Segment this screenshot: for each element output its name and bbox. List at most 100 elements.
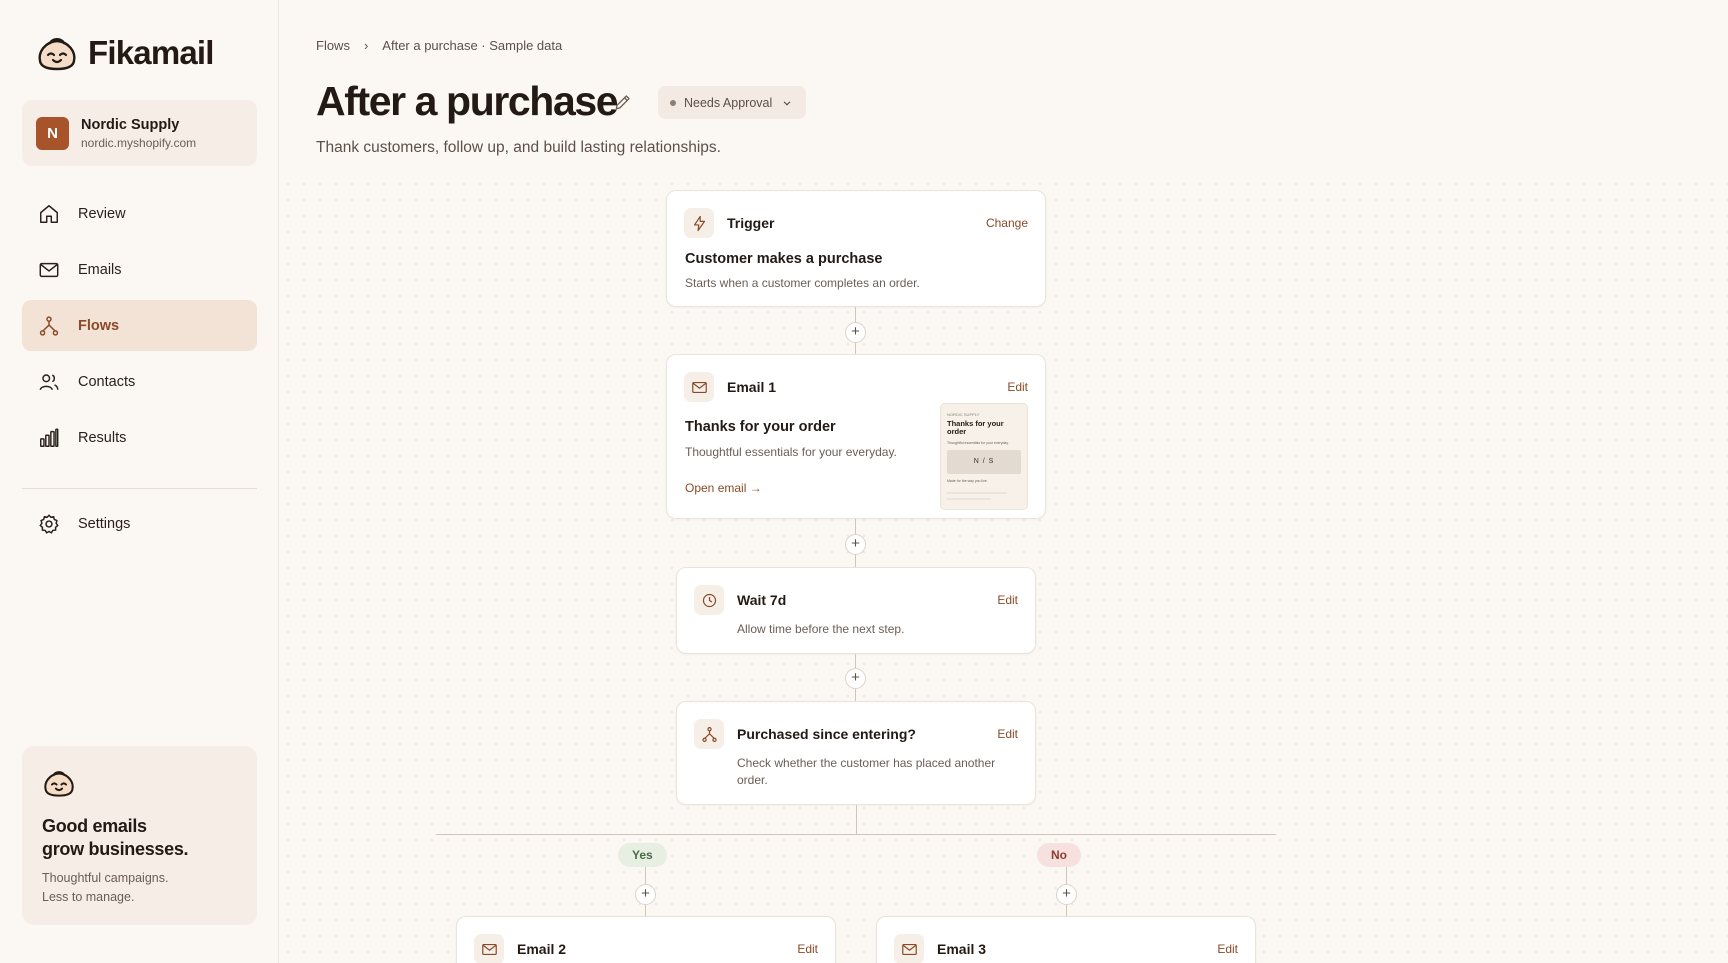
bun-logo-icon (44, 771, 74, 797)
add-step-button[interactable]: + (1056, 884, 1077, 905)
bar-chart-icon (40, 428, 59, 447)
condition-desc: Check whether the customer has placed an… (737, 755, 995, 789)
email2-title: Email 2 (517, 941, 567, 957)
split-icon (701, 726, 717, 742)
add-step-button[interactable]: + (845, 322, 866, 343)
email2-edit-button[interactable]: Edit (797, 942, 818, 956)
sidebar-item-label: Settings (78, 515, 131, 532)
store-name: Nordic Supply (81, 116, 180, 133)
promo-text-line: Thoughtful campaigns. (42, 871, 169, 885)
store-url: nordic.myshopify.com (81, 135, 197, 150)
bun-logo-icon (38, 38, 76, 71)
mail-icon (901, 943, 917, 955)
breadcrumb-flows-link[interactable]: Flows (316, 38, 350, 53)
home-icon (40, 204, 58, 223)
chevron-down-icon (783, 100, 791, 106)
sidebar-nav: Review Emails Flows Contacts Results (22, 188, 257, 468)
email1-card[interactable]: Email 1 Edit Thanks for your order Thoug… (666, 354, 1046, 519)
email-preview-thumbnail[interactable]: NORDIC SUPPLY Thanks for your order Thou… (940, 403, 1028, 510)
sidebar-item-contacts[interactable]: Contacts (22, 356, 257, 407)
promo-title-line: Good emails (42, 816, 147, 836)
trigger-change-button[interactable]: Change (986, 216, 1028, 230)
trigger-heading: Customer makes a purchase (685, 251, 883, 267)
email3-edit-button[interactable]: Edit (1217, 942, 1238, 956)
thumb-brand: NORDIC SUPPLY (947, 412, 980, 417)
sidebar: Fikamail N Nordic Supply nordic.myshopif… (0, 0, 279, 963)
wait-edit-button[interactable]: Edit (997, 593, 1018, 607)
email3-card[interactable]: Email 3 Edit (876, 916, 1256, 963)
flow-icon (39, 315, 59, 336)
status-dropdown[interactable]: Needs Approval (658, 86, 807, 119)
sidebar-item-flows[interactable]: Flows (22, 300, 257, 351)
promo-text-line: Less to manage. (42, 890, 135, 904)
condition-icon-box (694, 719, 724, 749)
thumb-line (947, 498, 991, 500)
email3-title: Email 3 (937, 941, 987, 957)
brand-logo[interactable]: Fikamail (36, 34, 214, 72)
thumb-footer: Made for the way you live. (947, 479, 988, 483)
mail-icon (481, 943, 497, 955)
sidebar-item-results[interactable]: Results (22, 412, 257, 463)
users-icon (39, 373, 59, 390)
condition-edit-button[interactable]: Edit (997, 727, 1018, 741)
trigger-desc: Starts when a customer completes an orde… (685, 276, 920, 290)
thumb-line (947, 492, 1007, 494)
flow-connector (856, 805, 857, 834)
branch-no-tag: No (1037, 843, 1081, 867)
store-avatar: N (36, 116, 69, 150)
promo-text: Thoughtful campaigns. Less to manage. (42, 869, 237, 907)
email1-desc: Thoughtful essentials for your everyday. (685, 445, 897, 459)
thumb-logo: N / S (947, 450, 1021, 474)
condition-card[interactable]: Purchased since entering? Edit Check whe… (676, 701, 1036, 805)
wait-card[interactable]: Wait 7d Edit Allow time before the next … (676, 567, 1036, 654)
email1-edit-button[interactable]: Edit (1007, 380, 1028, 394)
branch-line (436, 834, 1276, 835)
status-dot (670, 99, 676, 106)
promo-title-line: grow businesses. (42, 839, 189, 859)
page-subtitle: Thank customers, follow up, and build la… (316, 139, 721, 156)
sidebar-item-review[interactable]: Review (22, 188, 257, 239)
clock-icon (702, 593, 716, 607)
email1-icon-box (684, 372, 714, 402)
sidebar-item-emails[interactable]: Emails (22, 244, 257, 295)
pencil-icon[interactable] (613, 92, 633, 112)
condition-title: Purchased since entering? (737, 726, 916, 742)
store-switcher[interactable]: N Nordic Supply nordic.myshopify.com (22, 100, 257, 166)
breadcrumb-current: After a purchase · Sample data (382, 38, 563, 53)
thumb-sub: Thoughtful essentials for your everyday. (947, 441, 1009, 445)
email1-heading: Thanks for your order (685, 419, 836, 435)
promo-title: Good emails grow businesses. (42, 815, 237, 861)
sidebar-item-label: Contacts (78, 373, 136, 390)
flow-canvas: Flows › After a purchase · Sample data A… (280, 0, 1728, 963)
brand-name: Fikamail (88, 34, 214, 71)
condition-desc-line: Check whether the customer has placed an… (737, 756, 996, 770)
sidebar-item-label: Review (78, 205, 126, 222)
lightning-icon (693, 215, 705, 231)
email2-icon-box (474, 934, 504, 963)
promo-card: Good emails grow businesses. Thoughtful … (22, 746, 257, 925)
sidebar-item-label: Emails (78, 261, 122, 278)
trigger-icon-box (684, 208, 714, 238)
wait-desc: Allow time before the next step. (737, 622, 905, 636)
breadcrumb-separator: › (363, 38, 369, 53)
open-email-link[interactable]: Open email → (685, 481, 762, 495)
add-step-button[interactable]: + (845, 668, 866, 689)
add-step-button[interactable]: + (635, 884, 656, 905)
wait-icon-box (694, 585, 724, 615)
thumb-heading: Thanks for your order (947, 419, 1004, 436)
mail-icon (691, 381, 707, 393)
add-step-button[interactable]: + (845, 534, 866, 555)
trigger-title: Trigger (727, 215, 775, 231)
email1-title: Email 1 (727, 379, 777, 395)
email3-icon-box (894, 934, 924, 963)
trigger-card[interactable]: Trigger Change Customer makes a purchase… (666, 190, 1046, 307)
sidebar-item-label: Flows (78, 317, 120, 334)
wait-title: Wait 7d (737, 592, 787, 608)
condition-desc-line: order. (737, 773, 768, 787)
nav-divider (22, 488, 257, 489)
status-label: Needs Approval (684, 95, 773, 110)
email2-card[interactable]: Email 2 Edit (456, 916, 836, 963)
page-title: After a purchase (316, 78, 619, 124)
sidebar-item-settings[interactable]: Settings (22, 498, 257, 549)
branch-yes-tag: Yes (618, 843, 667, 867)
